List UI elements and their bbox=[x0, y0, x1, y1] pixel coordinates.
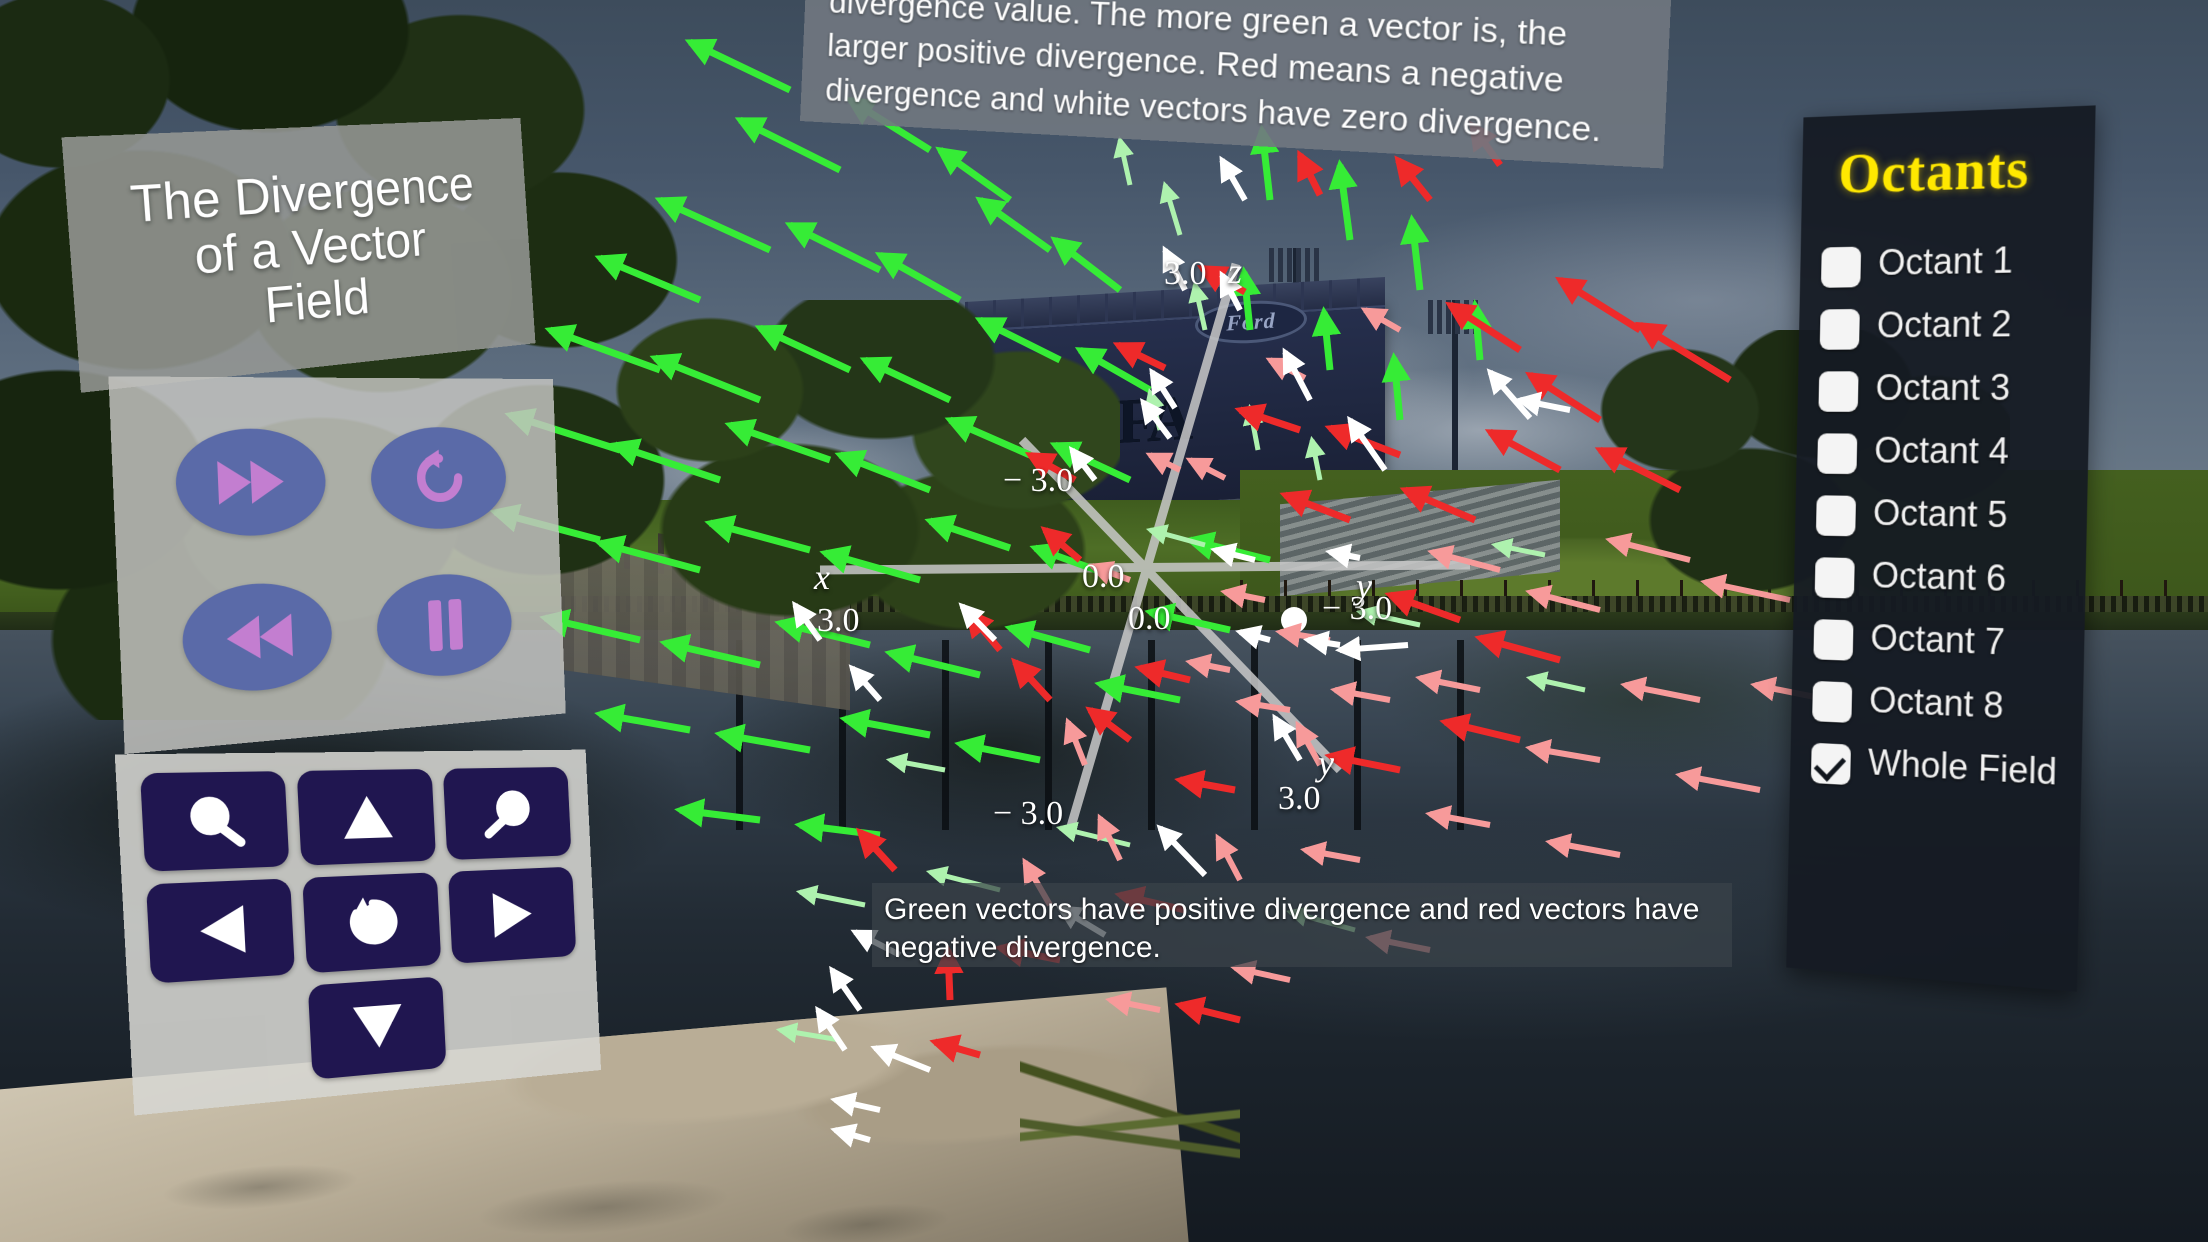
zoom-out-button[interactable] bbox=[442, 766, 572, 861]
navigation-control-panel bbox=[114, 749, 602, 1116]
pause-icon bbox=[428, 599, 464, 652]
octant-row-3[interactable]: Octant 3 bbox=[1818, 367, 2071, 412]
bottom-caption-text: Green vectors have positive divergence a… bbox=[884, 893, 1700, 964]
magnifier-minus-icon bbox=[478, 786, 539, 840]
magnifier-plus-icon bbox=[181, 792, 251, 850]
octant-label-7: Octant 7 bbox=[1870, 616, 2006, 663]
fast-forward-button[interactable] bbox=[173, 427, 328, 539]
octant-checkbox-4[interactable] bbox=[1817, 433, 1858, 475]
octant-row-2[interactable]: Octant 2 bbox=[1819, 302, 2073, 350]
title-line-3: Field bbox=[262, 268, 372, 334]
pan-up-button[interactable] bbox=[296, 768, 436, 866]
triangle-up-icon bbox=[341, 795, 393, 839]
octant-row-6[interactable]: Octant 6 bbox=[1814, 554, 2068, 605]
reeds bbox=[1020, 1040, 1240, 1230]
octant-row-7[interactable]: Octant 7 bbox=[1813, 616, 2066, 669]
triangle-down-icon bbox=[352, 1004, 404, 1051]
pan-right-button[interactable] bbox=[447, 866, 577, 964]
triangle-left-icon bbox=[198, 905, 246, 956]
reset-view-button[interactable] bbox=[302, 872, 441, 974]
octant-label-2: Octant 2 bbox=[1876, 302, 2013, 346]
octant-row-4[interactable]: Octant 4 bbox=[1817, 430, 2070, 476]
octant-label-6: Octant 6 bbox=[1871, 554, 2007, 599]
scoreboard-brand-logo: Ford bbox=[1195, 297, 1307, 347]
rotate-ccw-icon bbox=[343, 894, 402, 951]
media-control-panel bbox=[108, 376, 566, 755]
pan-down-button[interactable] bbox=[308, 976, 447, 1080]
rewind-button[interactable] bbox=[180, 580, 334, 697]
octant-label-8: Octant 8 bbox=[1868, 679, 2005, 727]
octant-label-5: Octant 5 bbox=[1872, 492, 2009, 536]
octants-panel: Octants Octant 1 Octant 2 Octant 3 Octant 4… bbox=[1786, 105, 2096, 992]
reset-rotate-icon bbox=[411, 448, 469, 508]
octant-checkbox-3[interactable] bbox=[1818, 371, 1859, 412]
octant-label-9: Whole Field bbox=[1867, 741, 2058, 793]
octant-checkbox-8[interactable] bbox=[1812, 680, 1853, 723]
octant-checkbox-6[interactable] bbox=[1814, 557, 1855, 599]
octant-label-4: Octant 4 bbox=[1873, 429, 2010, 472]
triangle-right-icon bbox=[492, 891, 534, 938]
octant-row-9[interactable]: Whole Field bbox=[1810, 740, 2064, 797]
octant-checkbox-5[interactable] bbox=[1815, 495, 1857, 537]
nav-spacer-right bbox=[453, 967, 581, 1067]
octant-checkbox-1[interactable] bbox=[1820, 246, 1862, 288]
octant-row-8[interactable]: Octant 8 bbox=[1812, 678, 2065, 733]
octants-panel-title: Octants bbox=[1837, 137, 2031, 206]
mid-tree bbox=[600, 300, 1120, 680]
octants-list: Octant 1 Octant 2 Octant 3 Octant 4 Octant 5… bbox=[1810, 239, 2074, 797]
zoom-in-button[interactable] bbox=[139, 771, 290, 873]
octant-label-1: Octant 1 bbox=[1877, 239, 2014, 283]
reset-button[interactable] bbox=[369, 426, 509, 531]
pause-button[interactable] bbox=[375, 571, 514, 682]
bottom-caption-panel: Green vectors have positive divergence a… bbox=[872, 883, 1732, 967]
octant-row-5[interactable]: Octant 5 bbox=[1815, 492, 2069, 540]
octant-row-1[interactable]: Octant 1 bbox=[1820, 239, 2074, 288]
pan-left-button[interactable] bbox=[146, 878, 296, 984]
octant-label-3: Octant 3 bbox=[1875, 366, 2011, 409]
octant-checkbox-7[interactable] bbox=[1813, 619, 1854, 661]
nav-spacer-left bbox=[152, 986, 301, 1094]
octant-checkbox-9[interactable] bbox=[1810, 742, 1851, 786]
fast-forward-icon bbox=[216, 459, 285, 505]
rewind-icon bbox=[225, 613, 293, 662]
octant-checkbox-2[interactable] bbox=[1819, 308, 1860, 350]
